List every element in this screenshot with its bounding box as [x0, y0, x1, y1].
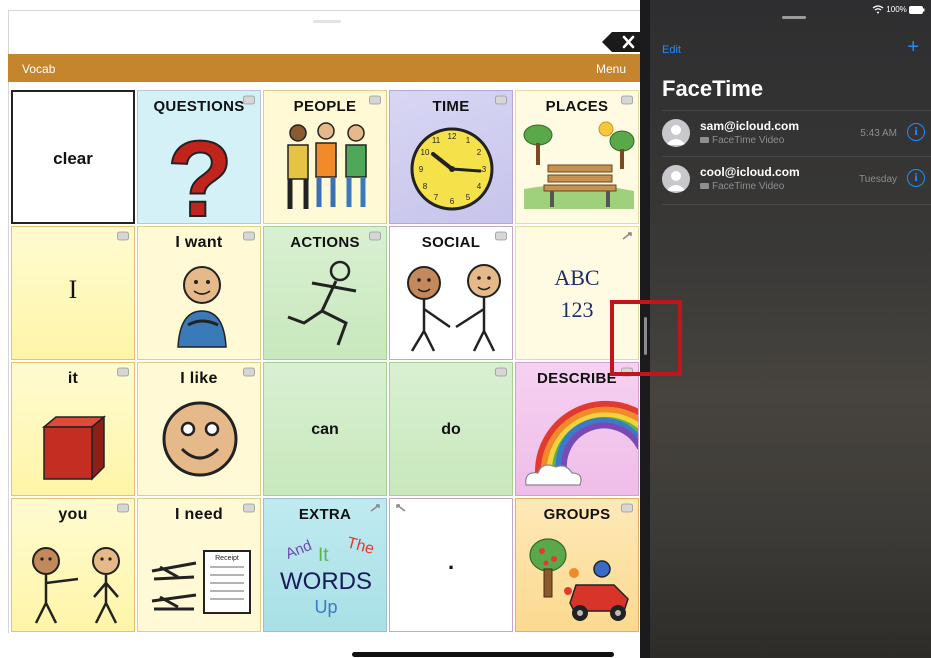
- running-person-icon: [287, 260, 357, 346]
- call-type-label: FaceTime Video: [712, 135, 785, 146]
- cell-questions[interactable]: QUESTIONS ?: [137, 90, 261, 224]
- contact-name: cool@icloud.com: [700, 165, 800, 179]
- cell-label: .: [447, 549, 455, 574]
- battery-percent: 100%: [886, 5, 907, 14]
- svg-text:3: 3: [482, 165, 487, 174]
- page-title: FaceTime: [662, 76, 764, 101]
- svg-text:1: 1: [466, 136, 471, 145]
- info-icon[interactable]: i: [907, 169, 925, 187]
- cell-places[interactable]: PLACES: [515, 90, 639, 224]
- people-icon: [287, 122, 367, 209]
- window-grabber[interactable]: [313, 20, 341, 23]
- cell-it[interactable]: it: [11, 362, 135, 496]
- cell-i-like[interactable]: I like: [137, 362, 261, 496]
- call-type-label: FaceTime Video: [712, 181, 785, 192]
- cell-i-want[interactable]: I want: [137, 226, 261, 360]
- call-row[interactable]: sam@icloud.com FaceTime Video 5:43 AM i: [662, 110, 931, 156]
- word-the: The: [345, 534, 376, 558]
- home-indicator[interactable]: [352, 652, 614, 657]
- word-up: Up: [314, 597, 337, 617]
- window-grabber[interactable]: [782, 16, 806, 19]
- toys-icon: [529, 538, 629, 621]
- divider-line: [662, 204, 931, 205]
- wifi-icon: [872, 5, 884, 14]
- facetime-app: 100% Edit + FaceTime sam@icloud.com Face…: [650, 0, 931, 658]
- cell-i-need[interactable]: I need Receipt: [137, 498, 261, 632]
- vocab-label[interactable]: Vocab: [22, 62, 55, 76]
- ipad-screen: Vocab Menu clear QUESTIONS ? PEOPLE TIME…: [0, 0, 931, 658]
- aac-app: Vocab Menu clear QUESTIONS ? PEOPLE TIME…: [8, 10, 646, 658]
- call-type: FaceTime Video: [700, 135, 784, 146]
- person-wanting-icon: [177, 266, 227, 348]
- smiley-face-icon: [162, 401, 238, 477]
- cell-social[interactable]: SOCIAL: [389, 226, 513, 360]
- receipt-hands-icon: Receipt: [151, 550, 251, 614]
- cell-clear[interactable]: clear: [11, 90, 135, 224]
- cell-can[interactable]: can: [263, 362, 387, 496]
- svg-text:7: 7: [434, 193, 439, 202]
- call-type: FaceTime Video: [700, 181, 784, 192]
- handshake-icon: [407, 264, 501, 352]
- park-bench-icon: [523, 121, 635, 209]
- cell-people[interactable]: PEOPLE: [263, 90, 387, 224]
- cell-actions[interactable]: ACTIONS: [263, 226, 387, 360]
- contact-name: sam@icloud.com: [700, 119, 800, 133]
- cell-extra-words[interactable]: EXTRA And It The WORDS Up: [263, 498, 387, 632]
- svg-text:9: 9: [419, 165, 424, 174]
- word-words: WORDS: [280, 568, 372, 595]
- rainbow-icon: [525, 400, 638, 486]
- cell-do[interactable]: do: [389, 362, 513, 496]
- cell-describe[interactable]: DESCRIBE: [515, 362, 639, 496]
- person-silhouette-icon: [666, 171, 686, 191]
- info-icon[interactable]: i: [907, 123, 925, 141]
- vocab-grid: clear QUESTIONS ? PEOPLE TIME 12 3 6 9 1…: [11, 90, 639, 633]
- svg-text:8: 8: [423, 182, 428, 191]
- keyboard-badge-icon: [396, 504, 406, 512]
- add-button[interactable]: +: [907, 36, 919, 59]
- cell-i[interactable]: I: [11, 226, 135, 360]
- svg-text:10: 10: [421, 148, 430, 157]
- receipt-text: Receipt: [215, 555, 239, 562]
- abc-label: ABC: [554, 265, 600, 290]
- avatar: [662, 119, 690, 147]
- battery-icon: [909, 5, 925, 14]
- cube-icon: [41, 415, 107, 481]
- folder-badge-icon: [495, 367, 507, 377]
- svg-text:12: 12: [448, 132, 457, 141]
- edit-button[interactable]: Edit: [662, 44, 681, 56]
- pointing-person-icon: [32, 547, 120, 624]
- call-row[interactable]: cool@icloud.com FaceTime Video Tuesday i: [662, 156, 931, 202]
- svg-text:6: 6: [450, 197, 455, 206]
- cell-you[interactable]: you: [11, 498, 135, 632]
- video-camera-icon: [700, 183, 709, 190]
- cell-label: I: [68, 275, 78, 304]
- keyboard-badge-icon: [622, 232, 632, 240]
- folder-badge-icon: [117, 231, 129, 241]
- word-and: And: [283, 537, 314, 563]
- highlight-annotation: [610, 300, 682, 376]
- cell-label: do: [441, 421, 461, 438]
- cell-label: can: [311, 421, 339, 438]
- question-mark-icon: ?: [166, 117, 234, 224]
- cell-period[interactable]: .: [389, 498, 513, 632]
- cell-label: clear: [53, 149, 93, 168]
- status-bar: 100%: [872, 5, 925, 14]
- words-icon: And It The WORDS Up: [280, 534, 376, 617]
- call-time: 5:43 AM: [860, 128, 897, 139]
- menu-button[interactable]: Menu: [596, 62, 626, 76]
- clock-icon: 12369 1245 781011: [410, 127, 494, 211]
- cell-groups[interactable]: GROUPS: [515, 498, 639, 632]
- vocab-bar: Vocab Menu: [8, 54, 640, 82]
- call-time: Tuesday: [859, 174, 897, 185]
- video-camera-icon: [700, 137, 709, 144]
- svg-text:5: 5: [466, 193, 471, 202]
- person-silhouette-icon: [666, 125, 686, 145]
- svg-text:11: 11: [432, 136, 441, 145]
- word-it: It: [318, 545, 329, 566]
- svg-text:2: 2: [477, 148, 482, 157]
- svg-text:?: ?: [167, 118, 233, 224]
- svg-text:4: 4: [477, 182, 482, 191]
- cell-time[interactable]: TIME 12 3 6 9 1245 7 8 10 11: [389, 90, 513, 224]
- avatar: [662, 165, 690, 193]
